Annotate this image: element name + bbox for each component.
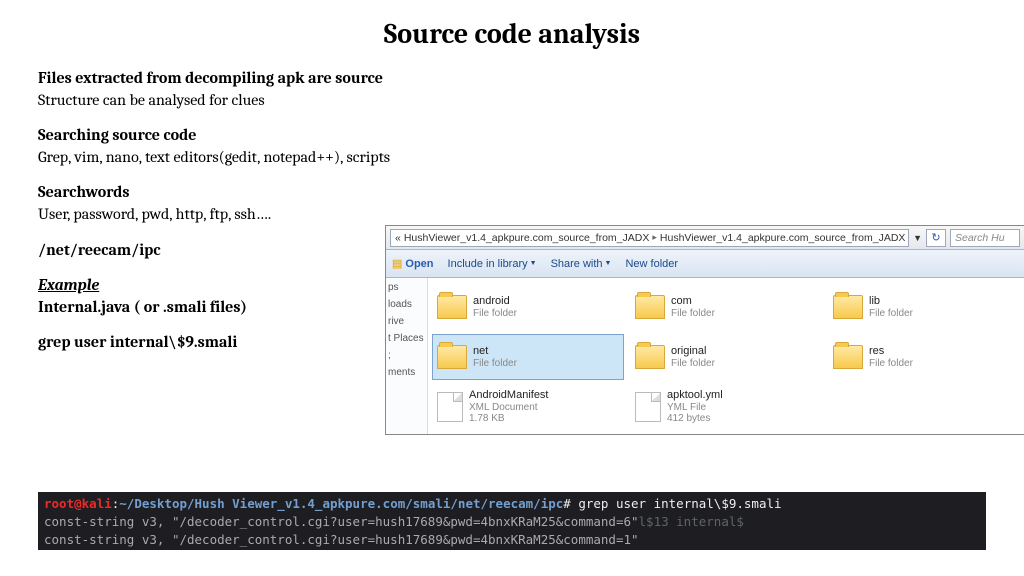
search-input[interactable]: Search Hu <box>950 229 1020 247</box>
folder-item[interactable]: androidFile folder <box>432 284 624 330</box>
sidebar-item[interactable]: rive <box>388 316 425 327</box>
file-item[interactable]: AndroidManifestXML Document1.78 KB <box>432 384 624 430</box>
refresh-icon: ↻ <box>931 231 940 244</box>
item-name: net <box>473 345 517 358</box>
folder-icon <box>833 345 863 369</box>
address-bar: « HushViewer_v1.4_apkpure.com_source_fro… <box>386 226 1024 250</box>
open-button[interactable]: ▤ Open <box>392 257 434 270</box>
terminal-prompt-line: root@kali:~/Desktop/Hush Viewer_v1.4_apk… <box>44 495 980 513</box>
open-label: Open <box>405 258 433 270</box>
terminal-text: const-string v3, <box>44 514 172 529</box>
file-grid: androidFile foldercomFile folderlibFile … <box>428 278 1024 434</box>
item-name: apktool.yml <box>667 389 723 402</box>
breadcrumb-part-2: HushViewer_v1.4_apkpure.com_source_from_… <box>660 232 906 244</box>
share-with-button[interactable]: Share with ▼ <box>551 258 612 270</box>
item-meta: YML File <box>667 402 723 414</box>
item-name: com <box>671 295 715 308</box>
chevron-right-icon: ▸ <box>908 232 909 243</box>
terminal-window: root@kali:~/Desktop/Hush Viewer_v1.4_apk… <box>38 492 986 550</box>
item-meta: File folder <box>473 308 517 320</box>
folder-icon <box>437 345 467 369</box>
terminal-text: "/decoder_control.cgi?user=hush17689&pwd… <box>172 514 639 529</box>
breadcrumb-back-icon: « <box>395 232 401 244</box>
bullet-2-body: Grep, vim, nano, text editors(gedit, not… <box>38 147 986 169</box>
chevron-right-icon: ▸ <box>652 232 657 243</box>
folder-icon <box>833 295 863 319</box>
terminal-command: grep user internal\$9.smali <box>571 496 782 511</box>
terminal-output-line: const-string v3, "/decoder_control.cgi?u… <box>44 513 980 531</box>
file-item[interactable]: apktool.ymlYML File412 bytes <box>630 384 822 430</box>
terminal-hash: # <box>563 496 571 511</box>
sidebar-item[interactable]: ; <box>388 350 425 361</box>
open-folder-icon: ▤ <box>392 257 402 270</box>
new-folder-button[interactable]: New folder <box>625 258 678 270</box>
folder-item[interactable]: originalFile folder <box>630 334 822 380</box>
terminal-user: root@kali <box>44 496 112 511</box>
item-meta: File folder <box>869 308 913 320</box>
explorer-toolbar: ▤ Open Include in library ▼ Share with ▼… <box>386 250 1024 278</box>
item-name: AndroidManifest <box>469 389 549 402</box>
terminal-text: "/decoder_control.cgi?user=hush17689&pwd… <box>172 532 639 547</box>
item-name: original <box>671 345 715 358</box>
sidebar-item[interactable]: ps <box>388 282 425 293</box>
bullet-1-body: Structure can be analysed for clues <box>38 90 986 112</box>
refresh-button[interactable]: ↻ <box>926 229 946 247</box>
item-name: res <box>869 345 913 358</box>
dropdown-icon[interactable]: ▼ <box>913 233 922 243</box>
folder-item[interactable]: netFile folder <box>432 334 624 380</box>
chevron-down-icon: ▼ <box>605 260 612 267</box>
item-size: 412 bytes <box>667 413 723 425</box>
folder-item[interactable]: resFile folder <box>828 334 1020 380</box>
folder-icon <box>437 295 467 319</box>
item-meta: File folder <box>869 358 913 370</box>
terminal-output-line: const-string v3, "/decoder_control.cgi?u… <box>44 531 980 549</box>
file-icon <box>635 392 661 422</box>
breadcrumb[interactable]: « HushViewer_v1.4_apkpure.com_source_fro… <box>390 229 909 247</box>
share-label: Share with <box>551 258 603 270</box>
terminal-text: const-string v3, <box>44 532 172 547</box>
bullet-3-heading: Searchwords <box>38 182 986 204</box>
terminal-path: ~/Desktop/Hush Viewer_v1.4_apkpure.com/s… <box>119 496 563 511</box>
new-folder-label: New folder <box>625 258 678 270</box>
file-icon <box>437 392 463 422</box>
bullet-1-heading: Files extracted from decompiling apk are… <box>38 68 986 90</box>
item-name: android <box>473 295 517 308</box>
sidebar-item[interactable]: loads <box>388 299 425 310</box>
include-in-library-button[interactable]: Include in library ▼ <box>448 258 537 270</box>
search-placeholder: Search Hu <box>955 232 1005 244</box>
chevron-down-icon: ▼ <box>530 260 537 267</box>
item-meta: File folder <box>473 358 517 370</box>
include-label: Include in library <box>448 258 528 270</box>
folder-icon <box>635 345 665 369</box>
sidebar-item[interactable]: ments <box>388 367 425 378</box>
folder-item[interactable]: comFile folder <box>630 284 822 330</box>
item-name: lib <box>869 295 913 308</box>
slide-title: Source code analysis <box>0 0 1024 50</box>
terminal-ghost-text: l$13 internal$ <box>639 514 744 529</box>
folder-item[interactable]: libFile folder <box>828 284 1020 330</box>
item-meta: File folder <box>671 308 715 320</box>
sidebar-item[interactable]: t Places <box>388 333 425 344</box>
bullet-2-heading: Searching source code <box>38 125 986 147</box>
item-size: 1.78 KB <box>469 413 549 425</box>
breadcrumb-part-1: HushViewer_v1.4_apkpure.com_source_from_… <box>404 232 650 244</box>
explorer-sidebar: ps loads rive t Places ; ments <box>386 278 428 434</box>
item-meta: File folder <box>671 358 715 370</box>
bullet-3-body: User, password, pwd, http, ftp, ssh…. <box>38 204 986 226</box>
explorer-window: « HushViewer_v1.4_apkpure.com_source_fro… <box>385 225 1024 435</box>
item-meta: XML Document <box>469 402 549 414</box>
folder-icon <box>635 295 665 319</box>
